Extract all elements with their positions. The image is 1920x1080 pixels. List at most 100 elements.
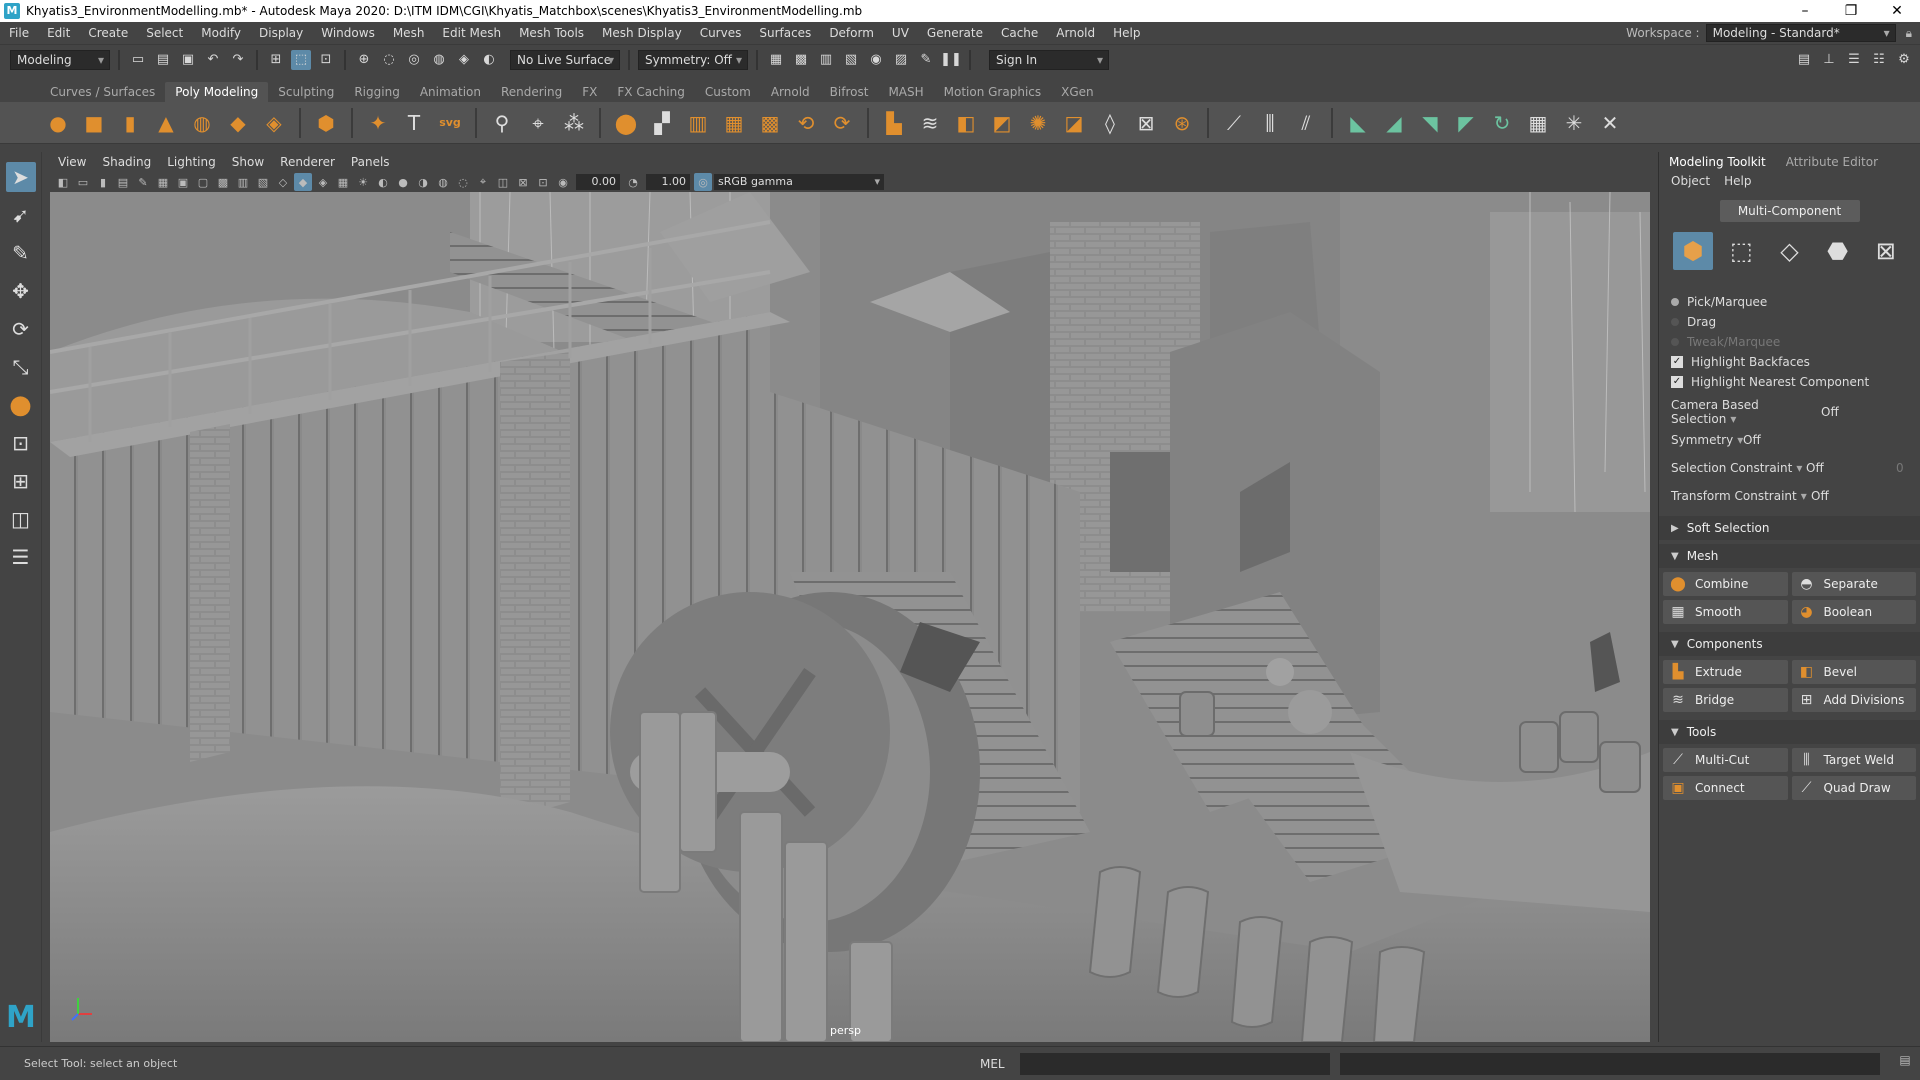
menu-create[interactable]: Create xyxy=(79,26,137,40)
render-setup-icon[interactable]: ▨ xyxy=(891,50,911,70)
textured-icon[interactable]: ▦ xyxy=(334,173,352,191)
snap-point-icon[interactable]: ◎ xyxy=(404,50,424,70)
menuset-dropdown[interactable]: Modeling xyxy=(10,49,110,70)
shelf-tab-rendering[interactable]: Rendering xyxy=(491,82,572,102)
smooth-shade-icon[interactable]: ◆ xyxy=(294,173,312,191)
wedge-icon[interactable]: ◪ xyxy=(1060,109,1088,137)
xray-icon[interactable]: ◫ xyxy=(494,173,512,191)
menu-windows[interactable]: Windows xyxy=(312,26,384,40)
last-tool-sphere-icon[interactable]: ● xyxy=(6,390,36,420)
append-polygon-icon[interactable]: ◩ xyxy=(988,109,1016,137)
restore-button[interactable]: ❐ xyxy=(1828,0,1874,22)
anti-aliasing-icon[interactable]: ◍ xyxy=(434,173,452,191)
depth-of-field-icon[interactable]: ◌ xyxy=(454,173,472,191)
fill-hole-icon[interactable]: ▩ xyxy=(756,109,784,137)
mel-toggle[interactable]: MEL xyxy=(980,1057,1020,1071)
camera-attributes-icon[interactable]: ▭ xyxy=(74,173,92,191)
boolean-button[interactable]: ◕ Boolean xyxy=(1791,600,1916,624)
snap-surface-icon[interactable]: ◈ xyxy=(454,50,474,70)
shelf-tab-xgen[interactable]: XGen xyxy=(1051,82,1104,102)
cut-uv-icon[interactable]: ✕ xyxy=(1596,109,1624,137)
shelf-tab-animation[interactable]: Animation xyxy=(410,82,491,102)
chamfer-icon[interactable]: ◊ xyxy=(1096,109,1124,137)
bridge-icon[interactable]: ≋ xyxy=(916,109,944,137)
menu-edit-mesh[interactable]: Edit Mesh xyxy=(433,26,510,40)
panel-menu-renderer[interactable]: Renderer xyxy=(272,155,343,169)
layout-uv-icon[interactable]: ✳ xyxy=(1560,109,1588,137)
collapse-icon[interactable]: ⊛ xyxy=(1168,109,1196,137)
offset-edge-loop-icon[interactable]: ⫽ xyxy=(1292,109,1320,137)
uv-editor-icon[interactable]: ▦ xyxy=(1524,109,1552,137)
screen-space-ao-icon[interactable]: ● xyxy=(394,173,412,191)
shelf-tab-fx-caching[interactable]: FX Caching xyxy=(607,82,694,102)
poly-type-icon[interactable]: T xyxy=(400,109,428,137)
freeze-transform-icon[interactable]: ⁂ xyxy=(560,109,588,137)
safe-action-icon[interactable]: ▧ xyxy=(254,173,272,191)
menu-cache[interactable]: Cache xyxy=(992,26,1047,40)
poly-cone-icon[interactable]: ▲ xyxy=(152,109,180,137)
drag-option[interactable]: Drag xyxy=(1671,312,1920,332)
color-management-icon[interactable]: ◎ xyxy=(694,173,712,191)
bevel-button[interactable]: ◧ Bevel xyxy=(1791,660,1916,684)
multi-cut-button[interactable]: ⟋ Multi-Cut xyxy=(1663,748,1788,772)
camera-based-selection-row[interactable]: Camera Based Selection ▾ Off xyxy=(1659,398,1920,426)
pause-icon[interactable]: ❚❚ xyxy=(940,50,962,70)
menu-select[interactable]: Select xyxy=(137,26,192,40)
tab-attribute-editor[interactable]: Attribute Editor xyxy=(1776,152,1888,172)
menu-mesh[interactable]: Mesh xyxy=(384,26,434,40)
settings-gear-icon[interactable]: ⚙ xyxy=(1894,50,1914,70)
two-pane-layout-icon[interactable]: ◫ xyxy=(6,504,36,534)
unfold-uv-icon[interactable]: ↻ xyxy=(1488,109,1516,137)
mirror-icon[interactable]: ⚲ xyxy=(488,109,516,137)
platonic-solid-icon[interactable]: ⬢ xyxy=(312,109,340,137)
tools-section-header[interactable]: ▼ Tools xyxy=(1659,720,1920,744)
center-pivot-icon[interactable]: ⌖ xyxy=(524,109,552,137)
command-line-input[interactable] xyxy=(1020,1052,1330,1075)
poly-cylinder-icon[interactable]: ▮ xyxy=(116,109,144,137)
shelf-tab-fx[interactable]: FX xyxy=(572,82,607,102)
combine-icon[interactable]: ⬤ xyxy=(612,109,640,137)
transform-constraint-row[interactable]: Transform Constraint ▾ Off xyxy=(1659,482,1920,510)
scale-tool-icon[interactable]: ⤡ xyxy=(6,352,36,382)
reduce-icon[interactable]: ⟲ xyxy=(792,109,820,137)
boolean-icon[interactable]: ⟳ xyxy=(828,109,856,137)
lock-icon[interactable]: 🔒︎ xyxy=(1906,26,1912,41)
add-divisions-button[interactable]: ⊞ Add Divisions xyxy=(1791,688,1916,712)
automatic-uv-icon[interactable]: ◤ xyxy=(1452,109,1480,137)
close-button[interactable]: ✕ xyxy=(1874,0,1920,22)
poly-torus-icon[interactable]: ◍ xyxy=(188,109,216,137)
minimize-button[interactable]: – xyxy=(1782,0,1828,22)
panel-menu-lighting[interactable]: Lighting xyxy=(159,155,224,169)
select-object-icon[interactable]: ⬚ xyxy=(291,49,311,70)
poke-icon[interactable]: ✺ xyxy=(1024,109,1052,137)
tool-settings-toggle-icon[interactable]: ☷ xyxy=(1869,50,1889,70)
extrude-icon[interactable]: ▙ xyxy=(880,109,908,137)
menu-display[interactable]: Display xyxy=(250,26,312,40)
poly-sphere-icon[interactable]: ● xyxy=(44,109,72,137)
view-transform-dropdown[interactable]: sRGB gamma xyxy=(714,174,884,190)
save-scene-icon[interactable]: ▣ xyxy=(178,50,198,70)
xray-joints-icon[interactable]: ⊠ xyxy=(514,173,532,191)
attribute-editor-toggle-icon[interactable]: ☰ xyxy=(1844,50,1864,70)
image-plane-icon[interactable]: ▤ xyxy=(114,173,132,191)
script-editor-icon[interactable]: ▤ xyxy=(1894,1053,1916,1075)
grid-icon[interactable]: ▦ xyxy=(154,173,172,191)
field-chart-icon[interactable]: ▥ xyxy=(234,173,252,191)
menu-curves[interactable]: Curves xyxy=(691,26,751,40)
menu-arnold[interactable]: Arnold xyxy=(1047,26,1104,40)
panel-menu-panels[interactable]: Panels xyxy=(343,155,398,169)
menu-surfaces[interactable]: Surfaces xyxy=(750,26,820,40)
panel-menu-show[interactable]: Show xyxy=(224,155,272,169)
menu-generate[interactable]: Generate xyxy=(918,26,992,40)
symmetry-dropdown[interactable]: Symmetry: Off xyxy=(638,49,748,70)
mesh-section-header[interactable]: ▼ Mesh xyxy=(1659,544,1920,568)
four-view-layout-icon[interactable]: ⊞ xyxy=(6,466,36,496)
single-perspective-layout-icon[interactable]: ⊡ xyxy=(6,428,36,458)
isolate-select-icon[interactable]: ⌖ xyxy=(474,173,492,191)
shelf-tab-curves-surfaces[interactable]: Curves / Surfaces xyxy=(40,82,165,102)
quad-draw-button[interactable]: ⟋ Quad Draw xyxy=(1791,776,1916,800)
panel-menu-shading[interactable]: Shading xyxy=(94,155,159,169)
panel-menu-view[interactable]: View xyxy=(50,155,94,169)
move-tool-icon[interactable]: ✥ xyxy=(6,276,36,306)
object-mode-icon[interactable]: ⬢ xyxy=(1673,232,1714,270)
